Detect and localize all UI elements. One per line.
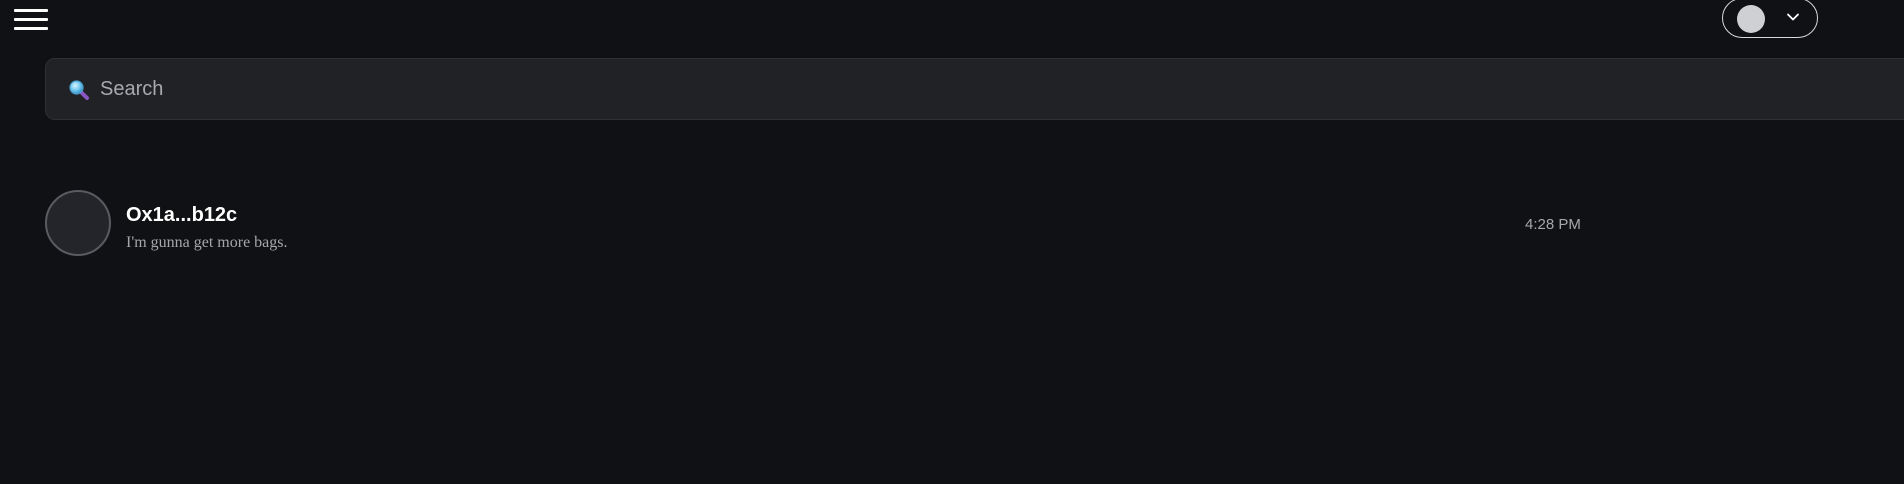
search-icon (69, 80, 89, 100)
hamburger-line (14, 18, 48, 21)
conversation-timestamp: 4:28 PM (1525, 216, 1581, 233)
conversation-list-item[interactable]: Ox1a...b12c I'm gunna get more bags. 4:2… (45, 190, 1585, 260)
app-root: Ox1a...b12c I'm gunna get more bags. 4:2… (0, 0, 1904, 484)
hamburger-line (14, 27, 48, 30)
account-menu-button[interactable] (1722, 0, 1818, 38)
conversation-preview: I'm gunna get more bags. (126, 234, 288, 251)
account-avatar (1737, 5, 1765, 33)
chevron-down-icon (1787, 13, 1799, 21)
conversation-avatar (45, 190, 111, 256)
search-input[interactable] (100, 73, 1800, 105)
hamburger-menu-icon[interactable] (14, 8, 48, 32)
hamburger-line (14, 9, 48, 12)
conversation-name: Ox1a...b12c (126, 204, 238, 226)
search-bar[interactable] (45, 58, 1904, 120)
